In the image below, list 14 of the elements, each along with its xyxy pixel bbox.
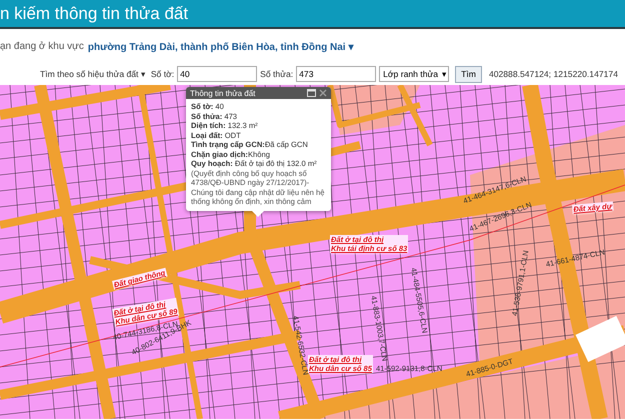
maximize-icon[interactable]: [307, 89, 316, 97]
search-mode-dropdown[interactable]: Tìm theo số hiệu thửa đất ▾: [38, 69, 148, 79]
sheet-label: Số tờ:: [150, 69, 174, 79]
parcel-label: Số thửa:: [260, 69, 294, 79]
sheet-input[interactable]: 40: [177, 66, 258, 82]
coordinates-text: 402888.547124; 1215220.147174: [488, 69, 618, 79]
popup-title: Thông tin thửa đất: [190, 88, 256, 98]
close-icon[interactable]: [319, 89, 327, 97]
location-prefix: ạn đang ở khu vực: [0, 41, 84, 52]
search-button[interactable]: Tìm: [455, 66, 482, 82]
area-link[interactable]: phường Trảng Dài, thành phố Biên Hòa, tỉnh Đồng Nai ▾: [88, 40, 354, 52]
layer-dropdown[interactable]: Lớp ranh thửa ▾: [379, 66, 450, 82]
parcel-input[interactable]: 473: [296, 66, 376, 82]
page-title: n kiếm thông tin thửa đất: [0, 4, 188, 24]
